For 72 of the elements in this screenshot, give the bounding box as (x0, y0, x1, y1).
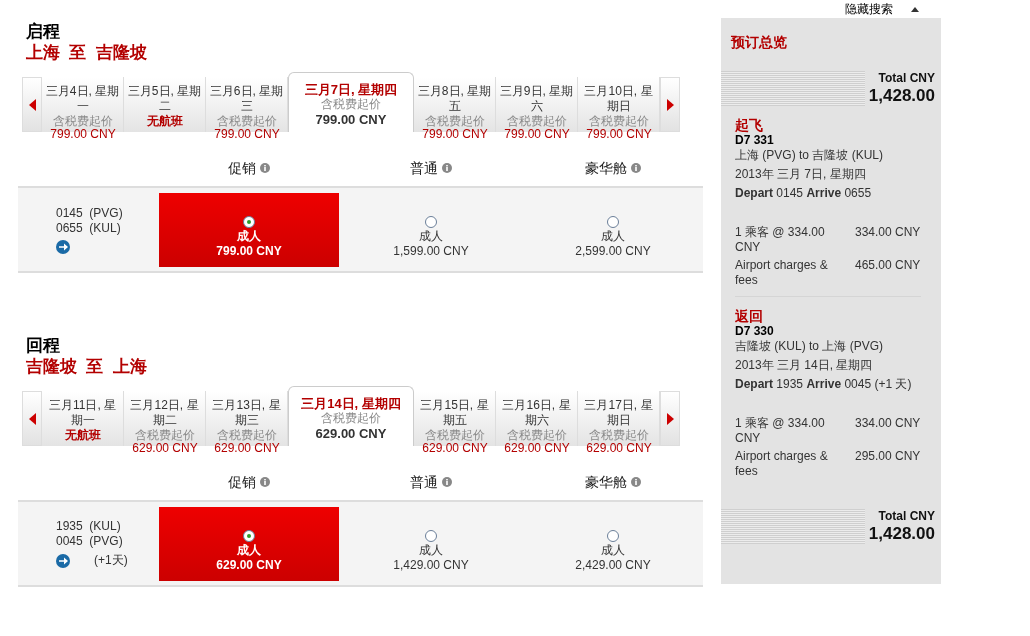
charge-label: Airport charges & fees (735, 449, 829, 479)
total-amount: 1,428.00 (868, 524, 935, 544)
next-button[interactable] (660, 391, 680, 446)
route-title: 上海 至 吉隆坡 (25, 42, 148, 64)
fare-class-label: 普通 (410, 158, 438, 178)
fare-option[interactable]: 成人 799.00 CNY (159, 192, 339, 267)
radio-button[interactable] (425, 215, 437, 228)
segment-title: 起飞 (735, 118, 764, 133)
left-arrow-icon (28, 412, 36, 425)
charge-amount: 295.00 CNY (855, 449, 921, 465)
total-amount: 1,428.00 (868, 86, 935, 106)
radio-button[interactable] (607, 215, 619, 228)
route-text: 上海 (PVG) to 吉隆坡 (KUL) (735, 148, 884, 163)
charge-amount: 334.00 CNY (855, 416, 921, 432)
radio-button[interactable] (243, 215, 255, 228)
summary-title: 预订总览 (729, 33, 788, 52)
right-arrow-icon (666, 412, 674, 425)
total-label: Total CNY (877, 509, 935, 524)
fare-option[interactable]: 成人 1,429.00 CNY (341, 506, 521, 581)
arrival-time: 0045 (PVG) (56, 534, 123, 549)
route-title: 吉隆坡 至 上海 (25, 356, 148, 378)
plane-icon (56, 553, 70, 568)
next-button[interactable] (660, 77, 680, 132)
date-tab[interactable]: 三月14日, 星期四 含税费起价 629.00 CNY (288, 386, 414, 446)
info-icon (631, 163, 641, 173)
segment-title: 返回 (735, 309, 764, 324)
fare-option[interactable]: 成人 2,599.00 CNY (523, 192, 703, 267)
info-icon (631, 477, 641, 487)
fare-class-label: 普通 (410, 472, 438, 492)
info-icon (260, 477, 270, 487)
date-tab[interactable]: 三月5日, 星期二 无航班 (124, 77, 206, 132)
charge-amount: 334.00 CNY (855, 225, 921, 241)
fare-class-label: 豪华舱 (585, 158, 627, 178)
radio-button[interactable] (243, 529, 255, 542)
caret-icon (911, 6, 919, 12)
flight-number: D7 330 (735, 324, 775, 339)
left-arrow-icon (28, 98, 36, 111)
charge-label: 1 乘客 @ 334.00 CNY (735, 416, 826, 446)
section-heading: 启程 (25, 22, 61, 42)
fare-option[interactable]: 成人 2,429.00 CNY (523, 506, 703, 581)
radio-button[interactable] (425, 529, 437, 542)
total-label: Total CNY (877, 71, 935, 86)
radio-button[interactable] (607, 529, 619, 542)
flight-number: D7 331 (735, 133, 775, 148)
previous-button[interactable] (22, 391, 42, 446)
charge-label: 1 乘客 @ 334.00 CNY (735, 225, 826, 255)
date-text: 2013年 三月 7日, 星期四 (735, 167, 867, 182)
previous-button[interactable] (22, 77, 42, 132)
fare-option[interactable]: 成人 629.00 CNY (159, 506, 339, 581)
departure-time: 1935 (KUL) (56, 519, 121, 534)
fare-option[interactable]: 成人 1,599.00 CNY (341, 192, 521, 267)
info-icon (260, 163, 270, 173)
fare-class-label: 促销 (228, 158, 256, 178)
departure-time: 0145 (PVG) (56, 205, 123, 221)
date-tab[interactable]: 三月7日, 星期四 含税费起价 799.00 CNY (288, 72, 414, 132)
date-tab[interactable]: 三月11日, 星期一 无航班 (42, 391, 124, 446)
day-note: (+1天) (94, 553, 128, 568)
right-arrow-icon (666, 98, 674, 111)
hide-search-link[interactable]: 隐藏搜索 (845, 0, 893, 18)
charge-amount: 465.00 CNY (855, 258, 921, 274)
info-icon (442, 163, 452, 173)
times-text: Depart 1935 Arrive 0045 (+1 天) (735, 377, 913, 392)
section-heading: 回程 (25, 336, 61, 356)
route-text: 吉隆坡 (KUL) to 上海 (PVG) (735, 339, 884, 354)
charge-label: Airport charges & fees (735, 258, 829, 288)
arrival-time: 0655 (KUL) (56, 220, 121, 236)
plane-icon (56, 239, 70, 254)
times-text: Depart 0145 Arrive 0655 (735, 186, 873, 201)
fare-class-label: 豪华舱 (585, 472, 627, 492)
fare-class-label: 促销 (228, 472, 256, 492)
date-text: 2013年 三月 14日, 星期四 (735, 358, 874, 373)
info-icon (442, 477, 452, 487)
